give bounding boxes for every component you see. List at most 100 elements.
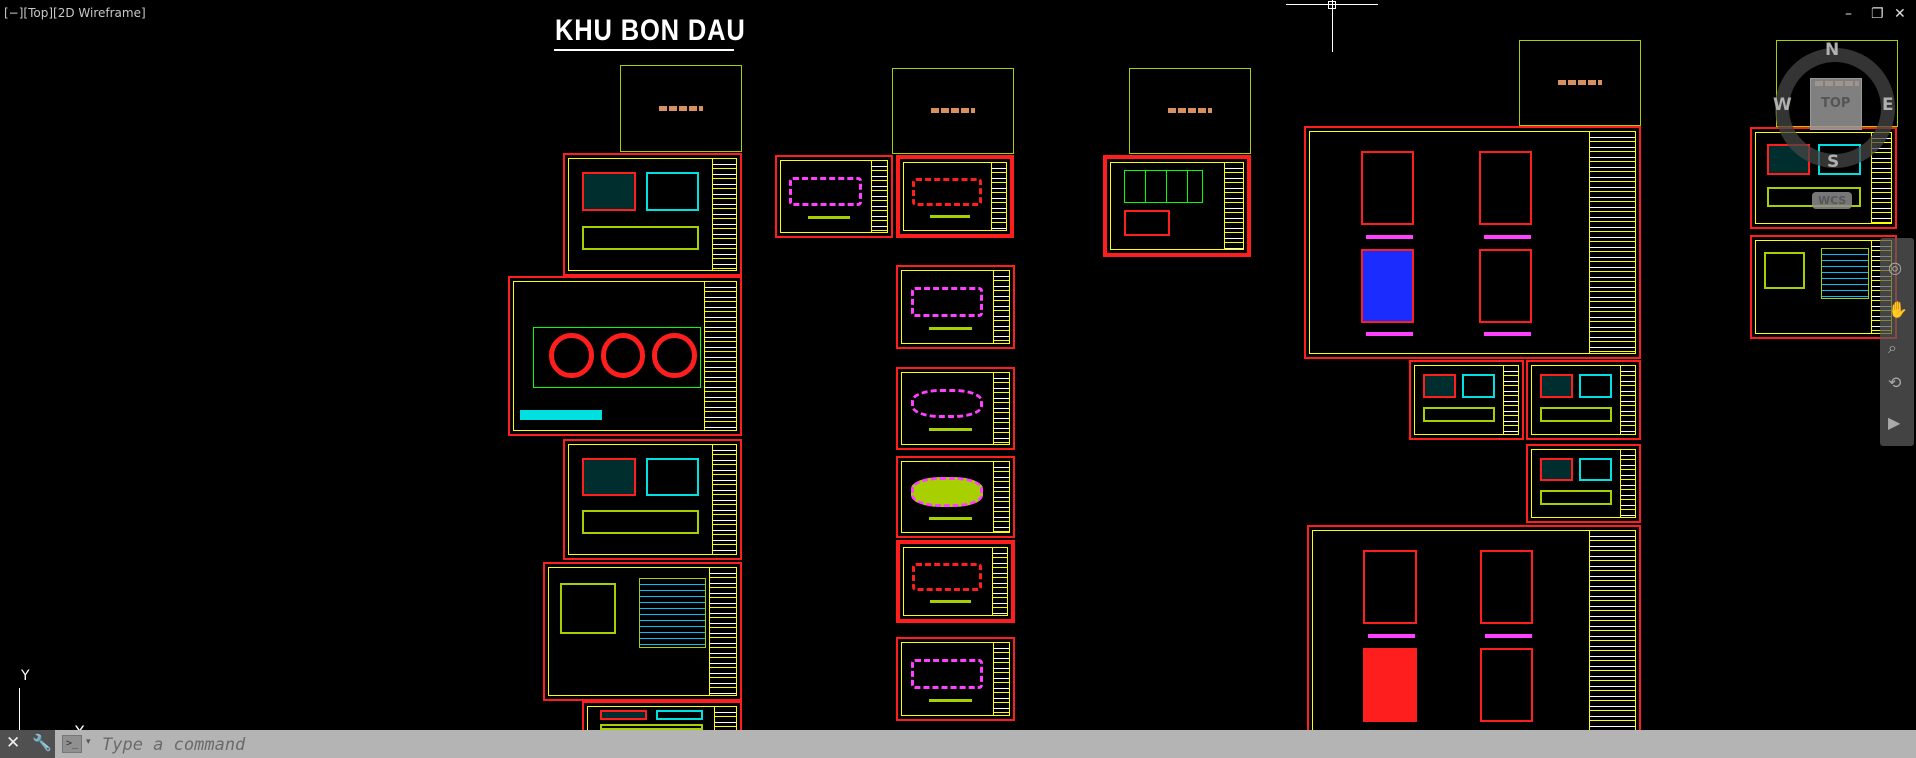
wcs-menu[interactable]: WCS: [1812, 192, 1853, 209]
structure-elevation: [1480, 647, 1534, 723]
drawing-sheet[interactable]: [896, 367, 1015, 450]
grid-plan: [1124, 169, 1204, 203]
detail: [656, 710, 704, 721]
recent-commands-dropdown-icon[interactable]: ▾: [86, 737, 91, 747]
viewport-controls-label[interactable]: [−][Top][2D Wireframe]: [4, 6, 146, 20]
compass-west[interactable]: W: [1773, 95, 1792, 115]
detail: [582, 510, 700, 535]
drawing-sheet[interactable]: [543, 562, 742, 701]
showmotion-icon[interactable]: ▶: [1888, 413, 1900, 432]
plan-caption: [928, 327, 972, 331]
title-block: [993, 271, 1009, 343]
drawing-sheet[interactable]: [896, 540, 1015, 623]
viewcube-top-label[interactable]: TOP: [1821, 96, 1850, 111]
drawing-sheet[interactable]: [1307, 525, 1641, 758]
title-block: [1619, 366, 1635, 434]
sheet-header-frame[interactable]: [1129, 68, 1251, 154]
orbit-icon[interactable]: ⟲: [1888, 373, 1901, 392]
title-block: [1588, 132, 1635, 353]
plan-outline: [912, 562, 983, 591]
drawing-sheet[interactable]: [1526, 360, 1641, 440]
title-block: [711, 159, 736, 270]
drawing-sheet[interactable]: [775, 155, 893, 238]
tank-outline: [532, 326, 702, 388]
title-block: [708, 568, 736, 695]
zoom-icon[interactable]: ⌕: [1888, 338, 1897, 358]
crosshair-pickbox: [1328, 1, 1336, 9]
sheet-header-frame[interactable]: [892, 68, 1014, 154]
elevation-caption: [1483, 234, 1531, 239]
compass-south[interactable]: S: [1827, 152, 1839, 172]
plan-caption: [929, 215, 971, 219]
structure-elevation: [1363, 549, 1417, 625]
header-label-block: [659, 105, 703, 111]
plan-caption: [807, 216, 850, 220]
title-block: [993, 643, 1009, 715]
detail: [1540, 458, 1574, 482]
close-command-line-icon[interactable]: ✕: [6, 733, 20, 753]
compass-north[interactable]: N: [1825, 40, 1839, 60]
compass-east[interactable]: E: [1882, 95, 1894, 115]
steering-wheel-icon[interactable]: ◎: [1888, 258, 1902, 277]
detail: [645, 172, 700, 212]
detail: [1124, 210, 1171, 237]
navigation-bar[interactable]: ◎ ✋ ⌕ ⟲ ▶: [1880, 238, 1914, 446]
plan-caption: [928, 516, 972, 520]
title-block: [993, 462, 1009, 532]
header-label-block: [1168, 108, 1212, 114]
detail: [1462, 374, 1496, 398]
restore-button[interactable]: ❐: [1871, 6, 1884, 22]
structure-elevation: [1480, 549, 1534, 625]
detail: [560, 583, 617, 635]
detail: [1540, 406, 1613, 422]
drawing-sheet[interactable]: [1750, 235, 1897, 339]
note-block: [520, 410, 602, 420]
drawing-sheet[interactable]: [896, 456, 1015, 538]
schedule-table: [638, 578, 707, 648]
structure-elevation: [1363, 647, 1417, 723]
drawing-sheet[interactable]: [1526, 444, 1641, 523]
drawing-sheet[interactable]: [508, 276, 742, 436]
title-block: [1502, 366, 1518, 434]
command-prompt-icon[interactable]: >_: [62, 735, 82, 753]
detail: [582, 458, 636, 497]
plan-outline: [910, 388, 984, 419]
structure-elevation: [1360, 150, 1415, 226]
ucs-y-label: Y: [21, 668, 30, 684]
detail: [582, 225, 700, 250]
drawing-sheet[interactable]: [563, 439, 742, 560]
pan-icon[interactable]: ✋: [1888, 300, 1908, 319]
drawing-canvas[interactable]: [−][Top][2D Wireframe] KHU BON DAU – ❐ ✕…: [0, 0, 1916, 758]
title-block: [1588, 531, 1635, 752]
structure-elevation: [1478, 248, 1533, 324]
drawing-sheet[interactable]: [1103, 155, 1251, 257]
viewcube[interactable]: N S E W TOP WCS: [1770, 40, 1900, 209]
detail: [1540, 490, 1613, 505]
sheet-header-frame[interactable]: [620, 65, 742, 152]
elevation-caption: [1483, 332, 1531, 337]
elevation-caption: [1365, 332, 1413, 337]
title-block: [1619, 450, 1635, 517]
detail: [1540, 374, 1574, 398]
command-line: ✕ 🔧 >_ ▾: [0, 730, 1916, 758]
title-block: [711, 445, 736, 554]
plan-caption: [928, 428, 972, 432]
detail: [582, 172, 636, 212]
title-block: [871, 161, 887, 232]
title-block: [1223, 163, 1243, 249]
close-button[interactable]: ✕: [1894, 6, 1906, 22]
elevation-caption: [1485, 633, 1532, 638]
sheet-header-frame[interactable]: [1519, 40, 1641, 126]
drawing-sheet[interactable]: [1304, 126, 1641, 359]
command-input[interactable]: [100, 733, 1804, 757]
drawing-sheet[interactable]: [896, 155, 1014, 238]
detail: [1579, 458, 1613, 482]
drawing-sheet[interactable]: [896, 265, 1015, 349]
command-line-tools: ✕ 🔧: [0, 730, 55, 758]
drawing-sheet[interactable]: [563, 153, 742, 276]
minimize-button[interactable]: –: [1845, 6, 1852, 22]
customize-wrench-icon[interactable]: 🔧: [32, 733, 52, 752]
title-block: [703, 282, 736, 430]
drawing-sheet[interactable]: [896, 637, 1015, 721]
drawing-sheet[interactable]: [1409, 360, 1524, 440]
